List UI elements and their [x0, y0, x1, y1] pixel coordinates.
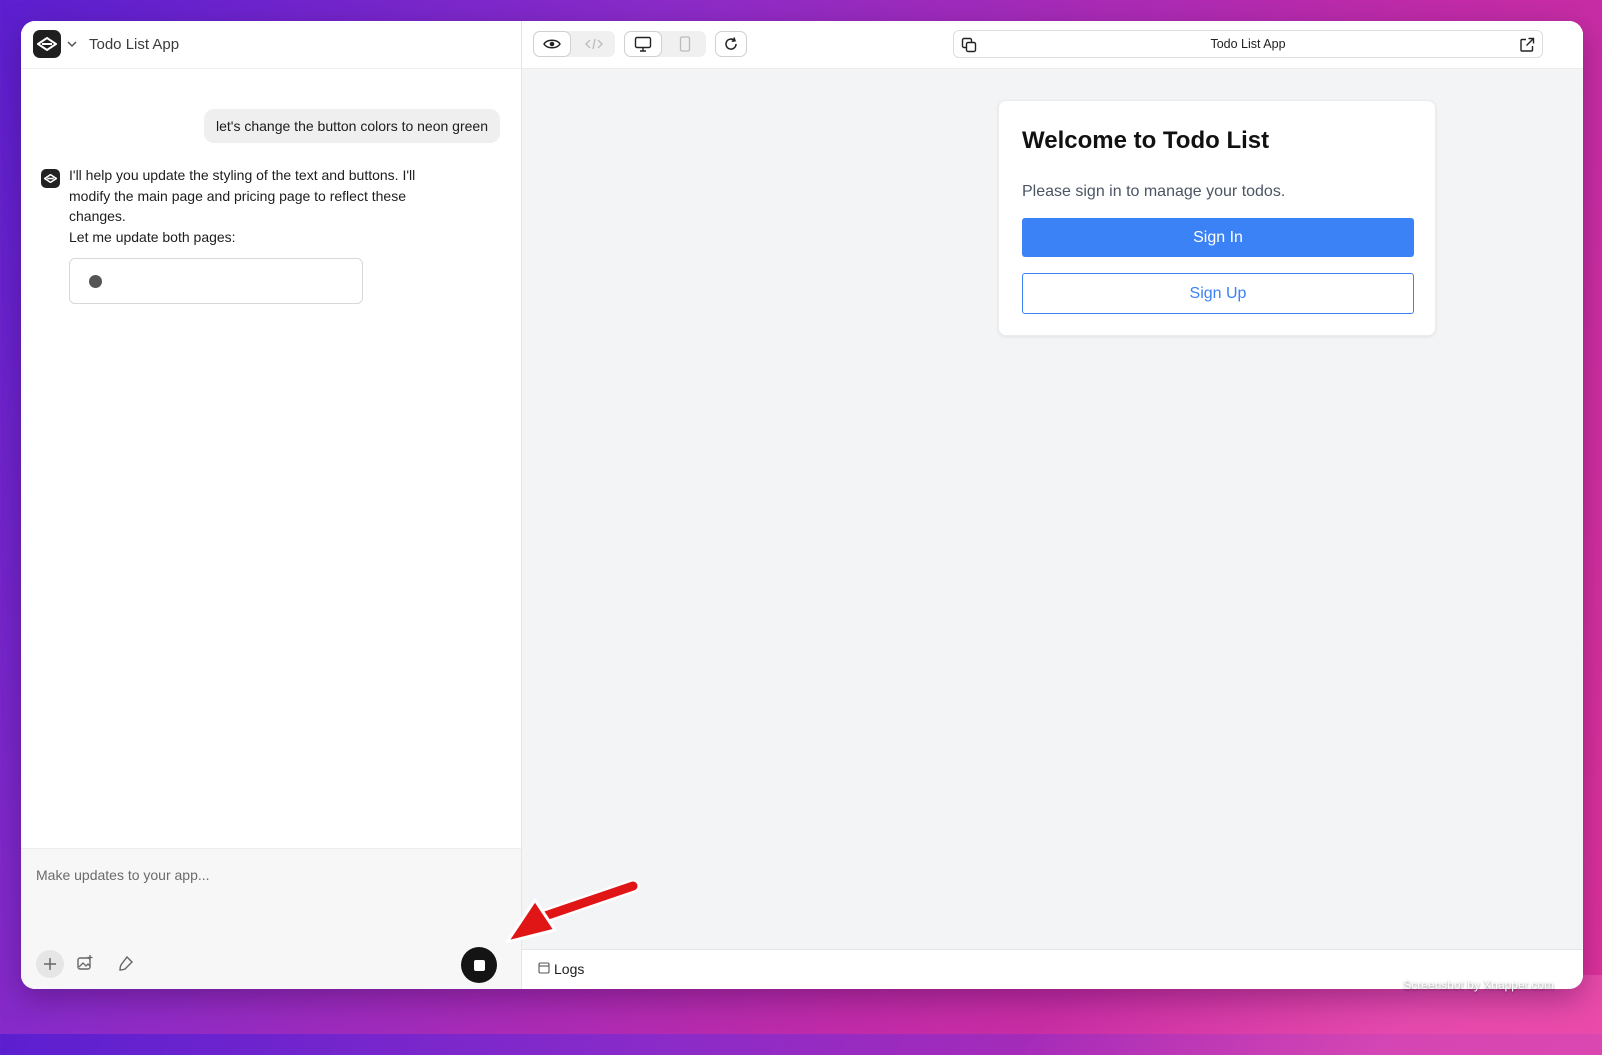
mobile-icon — [679, 36, 691, 52]
code-icon — [585, 38, 603, 50]
page-subtitle: Please sign in to manage your todos. — [1022, 183, 1286, 200]
refresh-button[interactable] — [715, 31, 747, 57]
eye-icon — [543, 39, 561, 49]
assistant-line: I'll help you update the styling of the … — [69, 167, 416, 183]
sign-up-button[interactable]: Sign Up — [1022, 273, 1414, 314]
loading-dot-icon — [89, 275, 102, 288]
preview-mode-button[interactable] — [533, 31, 571, 57]
add-button[interactable] — [36, 950, 64, 978]
prompt-input[interactable]: Make updates to your app... — [36, 867, 210, 883]
composer: Make updates to your app... — [21, 848, 521, 989]
image-upload-icon[interactable] — [76, 954, 94, 972]
url-title[interactable]: Todo List App — [954, 37, 1542, 51]
plus-icon — [44, 958, 56, 970]
logs-icon — [538, 962, 550, 974]
view-mode-toggle — [533, 31, 615, 57]
chevron-down-icon[interactable] — [66, 38, 78, 50]
loading-indicator — [69, 258, 363, 304]
annotation-arrow-icon — [505, 880, 640, 944]
assistant-avatar-icon — [41, 169, 60, 188]
stop-generation-button[interactable] — [461, 947, 497, 983]
sign-in-button[interactable]: Sign In — [1022, 218, 1414, 257]
stop-icon — [473, 959, 485, 971]
brush-icon[interactable] — [117, 954, 135, 972]
project-title[interactable]: Todo List App — [89, 36, 179, 53]
desktop-icon — [634, 36, 652, 52]
preview-panel: Todo List App Welcome to Todo List Pleas… — [522, 21, 1583, 989]
app-logo-icon[interactable] — [33, 30, 61, 58]
desktop-mode-button[interactable] — [624, 31, 662, 57]
logs-label[interactable]: Logs — [554, 961, 584, 977]
refresh-icon — [725, 37, 737, 50]
app-window: Todo List App let's change the button co… — [21, 21, 1583, 989]
mobile-mode-button[interactable] — [666, 31, 704, 57]
preview-toolbar: Todo List App — [522, 21, 1583, 69]
external-link-icon — [1520, 37, 1535, 52]
chat-header: Todo List App — [21, 21, 521, 69]
assistant-line: Let me update both pages: — [69, 228, 236, 245]
user-message: let's change the button colors to neon g… — [204, 109, 500, 143]
welcome-card: Welcome to Todo List Please sign in to m… — [998, 100, 1436, 336]
assistant-line: changes. — [69, 208, 126, 224]
code-mode-button[interactable] — [575, 31, 613, 57]
watermark: Screenshot by Xnapper.com — [1403, 978, 1554, 992]
chat-panel: Todo List App let's change the button co… — [21, 21, 522, 989]
assistant-line: modify the main page and pricing page to… — [69, 187, 406, 204]
assistant-message: I'll help you update the styling of the … — [69, 165, 469, 247]
page-title: Welcome to Todo List — [1022, 127, 1270, 154]
open-external-button[interactable] — [1516, 34, 1538, 56]
url-bar: Todo List App — [953, 30, 1543, 58]
device-mode-toggle — [624, 31, 706, 57]
